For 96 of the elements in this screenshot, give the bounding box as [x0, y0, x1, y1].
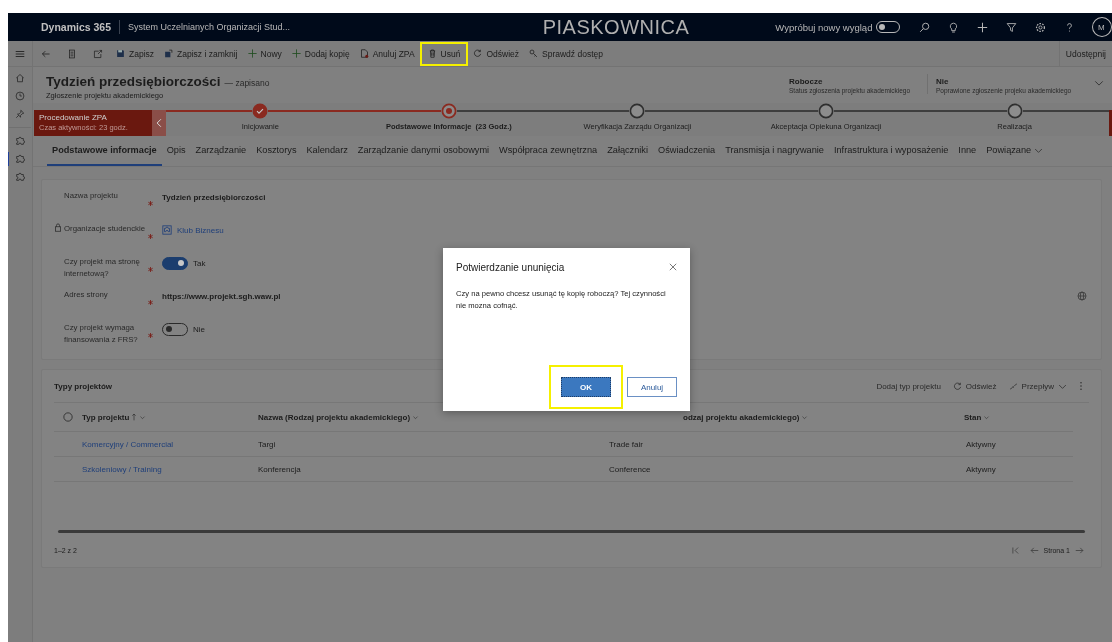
table-cell: Aktywny — [966, 464, 996, 474]
toggle-label: Wypróbuj nowy wygląd — [775, 21, 873, 33]
stage-marker[interactable] — [629, 103, 646, 119]
refresh-icon — [952, 381, 962, 391]
plus-icon[interactable] — [977, 21, 989, 33]
toolbar-button[interactable]: Odśwież — [946, 381, 1003, 391]
toggle-switch[interactable] — [162, 256, 188, 270]
app-name[interactable]: Dynamics 365 — [41, 21, 112, 33]
clock-icon[interactable] — [15, 91, 25, 101]
column-header[interactable]: Typ projektu — [82, 412, 147, 422]
flow-icon — [1008, 381, 1018, 391]
toggle-label: Tak — [193, 258, 206, 268]
chevron-left-icon — [156, 118, 162, 128]
tab[interactable]: Oświadczenia — [653, 136, 721, 166]
tab[interactable]: Współpraca zewnętrzna — [494, 136, 603, 166]
sort-arrow-icon — [131, 413, 138, 421]
table-cell: Konferencja — [258, 464, 301, 474]
table-cell: Conference — [609, 464, 651, 474]
document-icon — [359, 49, 369, 58]
select-all-radio[interactable] — [63, 412, 73, 422]
key-icon — [529, 49, 538, 58]
lightbulb-icon[interactable] — [948, 21, 960, 33]
tab[interactable]: Podstawowe informacje — [47, 136, 162, 166]
toolbar-button[interactable]: Nowy — [242, 45, 287, 62]
menu-icon[interactable] — [15, 48, 25, 59]
tab[interactable]: Kalendarz — [301, 136, 353, 166]
stage-marker[interactable] — [818, 103, 835, 119]
dialog-button[interactable]: OK — [561, 377, 611, 397]
dialog-button[interactable]: Anuluj — [627, 377, 677, 397]
dialog-title: Potwierdzanie ununięcia — [456, 261, 565, 273]
save-icon — [116, 49, 125, 58]
row-link[interactable]: Komercyjny / Commercial — [82, 439, 174, 449]
tab[interactable]: Zarządzanie danymi osobowymi — [352, 136, 495, 166]
toolbar-button[interactable]: Usuń — [422, 45, 466, 62]
toolbar-button[interactable]: Dodaj kopię — [286, 45, 355, 62]
puzzle-icon[interactable] — [15, 154, 25, 164]
puzzle-icon[interactable] — [15, 136, 25, 146]
trash-icon — [427, 49, 437, 58]
row-link[interactable]: Szkoleniowy / Training — [82, 464, 162, 474]
previous-arrow-icon[interactable] — [1029, 545, 1039, 555]
tab[interactable]: Opis — [161, 136, 191, 166]
close-icon[interactable] — [669, 263, 677, 271]
pin-icon[interactable] — [15, 109, 25, 119]
header-field-value: Nie — [936, 77, 950, 86]
scrollbar[interactable] — [58, 530, 1085, 533]
field-value[interactable]: Tydzień przedsiębiorczości — [162, 192, 266, 202]
refresh-icon — [473, 49, 483, 58]
field-value[interactable]: https://www.projekt.sgh.waw.pl — [162, 291, 281, 301]
table-cell: Aktywny — [966, 439, 996, 449]
toolbar-button[interactable]: Odśwież — [468, 45, 524, 62]
stage-marker[interactable] — [1006, 103, 1023, 119]
plus-icon — [247, 49, 257, 58]
lookup-link[interactable]: Klub Biznesu — [177, 225, 224, 235]
stage-name: Procedowanie ZPA — [39, 113, 108, 122]
first-page-icon[interactable] — [1010, 545, 1020, 555]
filter-icon[interactable] — [1006, 21, 1018, 33]
collapse-button[interactable] — [152, 110, 166, 136]
tab[interactable]: Załączniki — [602, 136, 653, 166]
search-icon[interactable] — [919, 21, 931, 33]
table-cell: Trade fair — [609, 439, 643, 449]
tab[interactable]: Powiązane — [981, 136, 1049, 166]
plus-icon — [291, 49, 301, 58]
next-arrow-icon[interactable] — [1075, 545, 1084, 555]
tab[interactable]: Infrastruktura i wyposażenie — [828, 136, 954, 166]
record-title: Tydzień przedsiębiorczości — [46, 74, 221, 89]
save-status: — zapisano — [224, 78, 270, 88]
toolbar-button[interactable]: Zapisz — [111, 45, 160, 62]
table-cell: Targi — [258, 439, 276, 449]
home-icon[interactable] — [15, 73, 25, 83]
tab[interactable]: Inne — [953, 136, 982, 166]
column-header[interactable]: odzaj projektu akademickiego) — [683, 412, 809, 422]
tab[interactable]: Zarządzanie — [190, 136, 252, 166]
settings-icon[interactable] — [1035, 21, 1047, 33]
column-header[interactable]: Nazwa (Rodzaj projektu akademickiego) — [258, 412, 420, 422]
toolbar-button[interactable]: Zapisz i zamknij — [159, 45, 243, 62]
share-button[interactable]: Udostępnij — [1058, 41, 1112, 66]
save-icon — [164, 49, 174, 58]
puzzle-icon — [162, 225, 172, 235]
subgrid-title: Typy projektów — [54, 381, 113, 391]
stage-marker[interactable] — [440, 103, 457, 119]
toolbar-button[interactable]: Sprawdź dostęp — [524, 45, 608, 62]
environment-label: PIASKOWNICA — [541, 15, 691, 39]
puzzle-icon[interactable] — [15, 172, 25, 182]
stage-marker[interactable] — [252, 103, 269, 119]
more-icon[interactable] — [1079, 381, 1083, 391]
app-title[interactable]: System Uczelnianych Organizacji Stud... — [128, 22, 457, 32]
header-field-value: Robocze — [789, 77, 824, 86]
toggle-label: Nie — [193, 324, 205, 334]
tab[interactable]: Transmisja i nagrywanie — [720, 136, 829, 166]
toolbar-button[interactable]: Anuluj ZPA — [354, 45, 420, 62]
toolbar-button[interactable]: Dodaj typ projektu — [870, 381, 947, 391]
chevron-down-icon[interactable] — [1094, 78, 1104, 88]
tab[interactable]: Kosztorys — [251, 136, 302, 166]
toolbar-button[interactable]: Przepływ — [1002, 381, 1073, 391]
globe-icon[interactable] — [1077, 291, 1087, 301]
column-header[interactable]: Stan — [964, 412, 991, 422]
